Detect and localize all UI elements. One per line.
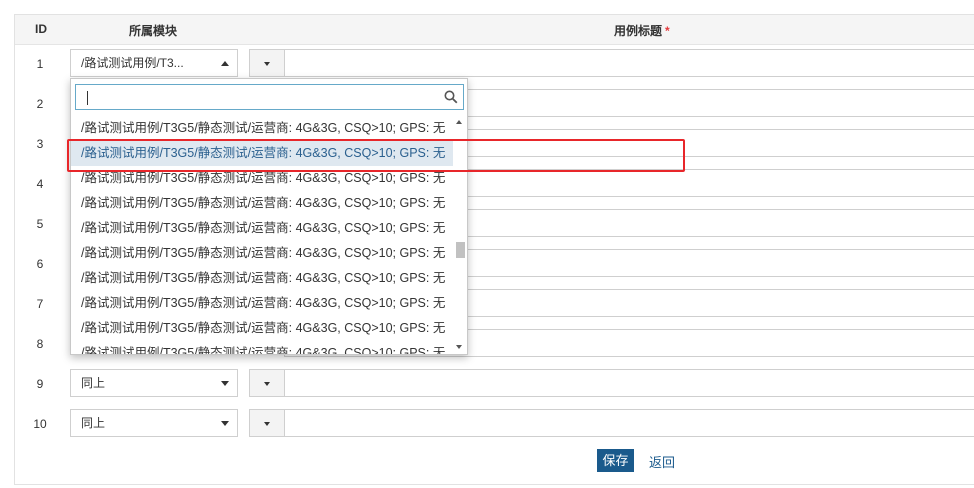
row-id: 7 bbox=[36, 297, 44, 311]
row-id: 9 bbox=[36, 377, 44, 391]
module-select-value: 同上 bbox=[81, 376, 106, 390]
title-input[interactable] bbox=[284, 49, 974, 77]
row-id: 10 bbox=[33, 417, 47, 431]
dropdown-option[interactable]: /路试测试用例/T3G5/静态测试/运营商: 4G&3G, CSQ>10; GP… bbox=[71, 316, 453, 341]
caret-down-icon bbox=[221, 421, 229, 426]
module-select[interactable]: /路试测试用例/T3... bbox=[70, 49, 238, 77]
title-input[interactable] bbox=[284, 369, 974, 397]
dropdown-button[interactable] bbox=[249, 369, 285, 397]
dropdown-button[interactable] bbox=[249, 49, 285, 77]
row-id: 6 bbox=[36, 257, 44, 271]
scroll-thumb[interactable] bbox=[456, 242, 465, 258]
dropdown-option[interactable]: /路试测试用例/T3G5/静态测试/运营商: 4G&3G, CSQ>10; GP… bbox=[71, 241, 453, 266]
title-input[interactable] bbox=[284, 409, 974, 437]
dropdown-scrollbar[interactable] bbox=[455, 117, 465, 353]
caret-down-icon bbox=[221, 381, 229, 386]
scroll-down-icon[interactable] bbox=[456, 345, 462, 349]
row-id: 5 bbox=[36, 217, 44, 231]
text-cursor bbox=[87, 91, 88, 105]
table-header: ID 所属模块 用例标题 * bbox=[15, 15, 974, 45]
dropdown-option[interactable]: /路试测试用例/T3G5/静态测试/运营商: 4G&3G, CSQ>10; GP… bbox=[71, 191, 453, 216]
dropdown-option[interactable]: /路试测试用例/T3G5/静态测试/运营商: 4G&3G, CSQ>10; GP… bbox=[71, 341, 453, 354]
module-select-value: 同上 bbox=[81, 416, 106, 430]
table-row: 10 同上 bbox=[15, 404, 974, 444]
caret-down-icon bbox=[264, 422, 270, 426]
row-id: 1 bbox=[36, 57, 44, 71]
dropdown-option[interactable]: /路试测试用例/T3G5/静态测试/运营商: 4G&3G, CSQ>10; GP… bbox=[71, 216, 453, 241]
header-title: 用例标题 * bbox=[614, 24, 670, 38]
caret-up-icon bbox=[221, 61, 229, 66]
dropdown-search-input[interactable] bbox=[75, 84, 464, 110]
dropdown-option[interactable]: /路试测试用例/T3G5/静态测试/运营商: 4G&3G, CSQ>10; GP… bbox=[71, 166, 453, 191]
header-module: 所属模块 bbox=[129, 24, 178, 38]
dropdown-option[interactable]: /路试测试用例/T3G5/静态测试/运营商: 4G&3G, CSQ>10; GP… bbox=[71, 117, 453, 141]
module-dropdown: /路试测试用例/T3G5/静态测试/运营商: 4G&3G, CSQ>10; GP… bbox=[70, 78, 468, 355]
module-select[interactable]: 同上 bbox=[70, 369, 238, 397]
dropdown-options: /路试测试用例/T3G5/静态测试/运营商: 4G&3G, CSQ>10; GP… bbox=[71, 117, 453, 354]
scroll-up-icon[interactable] bbox=[456, 120, 462, 124]
row-id: 4 bbox=[36, 177, 44, 191]
required-mark: * bbox=[665, 24, 670, 38]
caret-down-icon bbox=[264, 382, 270, 386]
header-id: ID bbox=[35, 22, 47, 36]
dropdown-option[interactable]: /路试测试用例/T3G5/静态测试/运营商: 4G&3G, CSQ>10; GP… bbox=[71, 291, 453, 316]
dropdown-option[interactable]: /路试测试用例/T3G5/静态测试/运营商: 4G&3G, CSQ>10; GP… bbox=[71, 266, 453, 291]
row-id: 3 bbox=[36, 137, 44, 151]
back-link[interactable]: 返回 bbox=[649, 452, 675, 471]
module-select-value: /路试测试用例/T3... bbox=[81, 56, 184, 70]
dropdown-option-highlighted[interactable]: /路试测试用例/T3G5/静态测试/运营商: 4G&3G, CSQ>10; GP… bbox=[71, 141, 453, 166]
row-id: 2 bbox=[36, 97, 44, 111]
row-id: 8 bbox=[36, 337, 44, 351]
caret-down-icon bbox=[264, 62, 270, 66]
save-button[interactable]: 保存 bbox=[597, 449, 634, 472]
dropdown-button[interactable] bbox=[249, 409, 285, 437]
table-row: 9 同上 bbox=[15, 364, 974, 404]
search-icon bbox=[444, 90, 458, 104]
module-select[interactable]: 同上 bbox=[70, 409, 238, 437]
